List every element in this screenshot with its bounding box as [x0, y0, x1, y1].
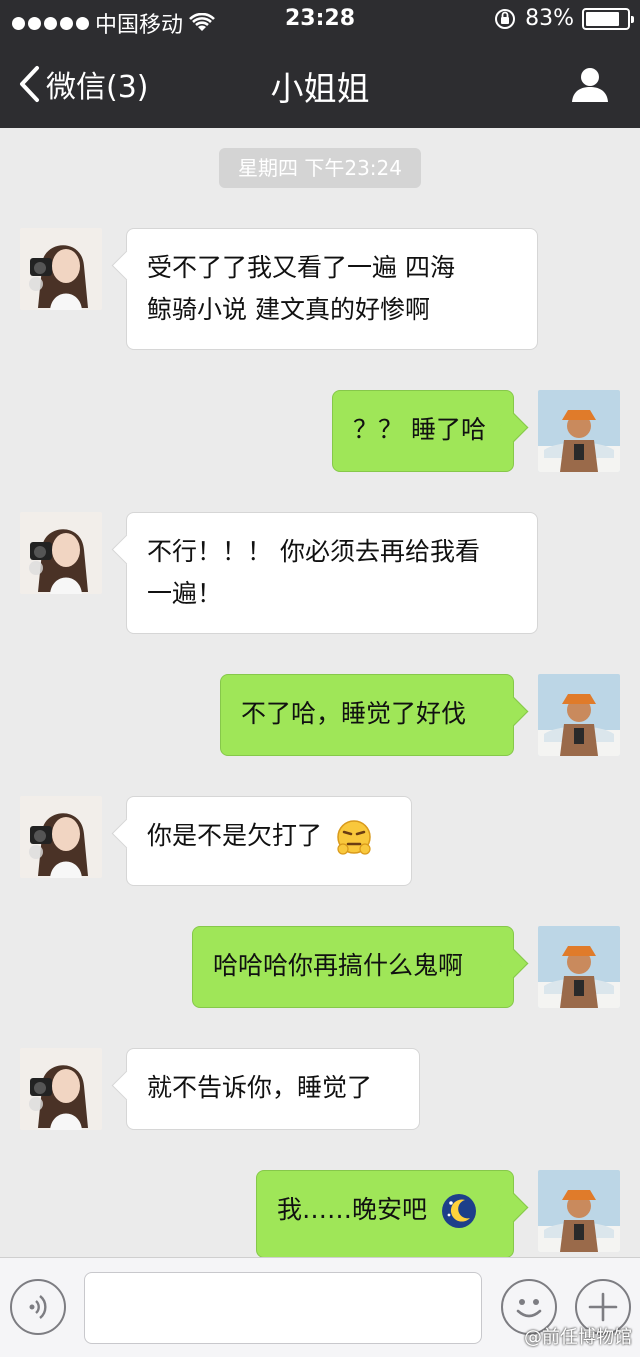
message-bubble-incoming[interactable]: 你是不是欠打了 [126, 796, 412, 886]
my-avatar[interactable] [538, 1170, 620, 1252]
chevron-left-icon [20, 66, 39, 102]
message-text: 鲸骑小说 建文真的好惨啊 [147, 295, 430, 324]
input-bar: @前任博物馆 [0, 1257, 640, 1357]
rotation-lock-icon [495, 8, 516, 29]
message-bubble-incoming[interactable]: 受不了了我又看了一遍 四海 鲸骑小说 建文真的好惨啊 [126, 228, 538, 350]
message-text: 哈哈哈你再搞什么鬼啊 [213, 951, 464, 980]
message-text: ？？ 睡了哈 [353, 415, 486, 444]
message-text: 不行！！！ 你必须去再给我看 [147, 537, 480, 566]
message-bubble-outgoing[interactable]: 我……晚安吧 [256, 1170, 514, 1258]
message-text: 就不告诉你，睡觉了 [147, 1073, 373, 1102]
message-text: 你是不是欠打了 [147, 821, 323, 850]
message-text: 一遍！ [147, 579, 223, 608]
message-bubble-incoming[interactable]: 不行！！！ 你必须去再给我看 一遍！ [126, 512, 538, 634]
back-label: 微信(3) [46, 70, 149, 105]
my-avatar[interactable] [538, 674, 620, 756]
contact-avatar[interactable] [20, 796, 102, 878]
message-text: 我……晚安吧 [277, 1195, 428, 1224]
my-avatar[interactable] [538, 390, 620, 472]
battery-icon [582, 7, 634, 30]
contact-avatar[interactable] [20, 228, 102, 310]
message-bubble-outgoing[interactable]: 不了哈，睡觉了好伐 [220, 674, 514, 756]
watermark: @前任博物馆 [524, 1327, 632, 1348]
status-right: 83% [493, 6, 634, 31]
voice-icon [29, 1295, 47, 1319]
chat-timestamp: 星期四 下午23:24 [219, 148, 421, 188]
status-bar: 中国移动 23:28 83% [0, 0, 640, 40]
message-text: 不了哈，睡觉了好伐 [241, 699, 467, 728]
message-bubble-outgoing[interactable]: ？？ 睡了哈 [332, 390, 514, 472]
message-bubble-outgoing[interactable]: 哈哈哈你再搞什么鬼啊 [192, 926, 514, 1008]
my-avatar[interactable] [538, 926, 620, 1008]
message-input[interactable] [84, 1272, 482, 1344]
back-button[interactable]: 微信(3) [18, 62, 149, 106]
contact-avatar[interactable] [20, 512, 102, 594]
voice-button[interactable] [10, 1279, 66, 1335]
contact-avatar[interactable] [20, 1048, 102, 1130]
person-icon[interactable] [570, 64, 610, 104]
battery-percent: 83% [525, 6, 574, 31]
message-text: 受不了了我又看了一遍 四海 [147, 253, 455, 282]
smirk-emoji-icon [337, 820, 371, 855]
moon-sleep-emoji-icon [441, 1194, 476, 1228]
nav-bar: 小姐姐 微信(3) [0, 40, 640, 128]
message-bubble-incoming[interactable]: 就不告诉你，睡觉了 [126, 1048, 420, 1130]
